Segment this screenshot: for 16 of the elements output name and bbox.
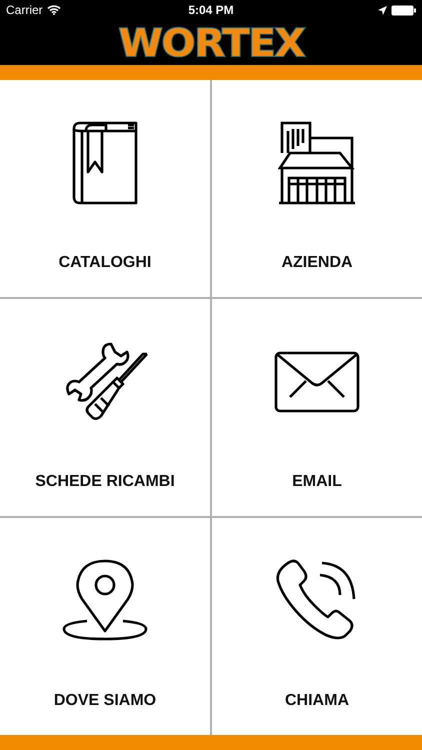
menu-tile[interactable]: SCHEDE RICAMBI xyxy=(0,299,210,516)
menu-tile[interactable]: AZIENDA xyxy=(212,80,422,297)
location-arrow-icon xyxy=(378,6,387,14)
building-icon xyxy=(278,121,356,205)
menu-tile[interactable]: CATALOGHI xyxy=(0,80,210,297)
location-pin-icon xyxy=(62,559,148,643)
wifi-icon xyxy=(46,5,61,15)
menu-tile[interactable]: CHIAMA xyxy=(212,518,422,735)
menu-tile[interactable]: DOVE SIAMO xyxy=(0,518,210,735)
brand-logo: WORTEX xyxy=(118,24,304,62)
menu-tile[interactable]: EMAIL xyxy=(212,299,422,516)
envelope-icon xyxy=(274,351,360,413)
book-icon xyxy=(72,121,138,205)
clock-time: 5:04 PM xyxy=(188,3,234,17)
battery-icon xyxy=(391,4,416,16)
carrier-name: Carrier xyxy=(6,3,43,17)
